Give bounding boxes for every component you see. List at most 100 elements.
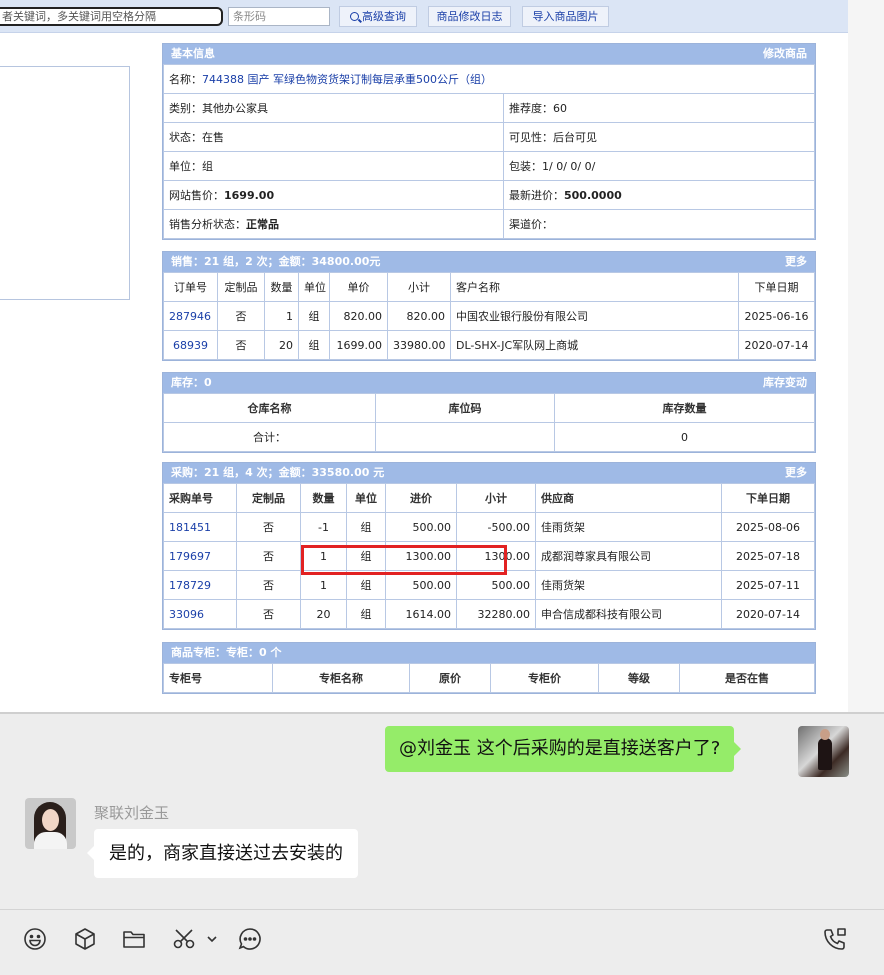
phone-icon[interactable] [822,926,848,952]
my-avatar[interactable] [798,726,849,777]
edit-product-link[interactable]: 修改商品 [763,44,807,64]
date-cell: 2025-06-16 [738,301,815,331]
sales-col-header: 单价 [329,272,388,302]
scissors-icon[interactable] [171,926,197,952]
purchase-title: 采购：21 组，4 次；金额：33580.00 元 [171,466,385,479]
purchase-col-header: 采购单号 [163,483,237,513]
avatar-figure [818,729,832,770]
purchase-table: 采购单号 定制品 数量 单位 进价 小计 供应商 下单日期 181451 否 -… [163,483,815,629]
input-divider [0,909,884,910]
counter-col-header: 原价 [409,663,491,693]
chevron-down-icon[interactable] [205,926,219,952]
sales-col-header: 订单号 [163,272,218,302]
custom-cell: 否 [236,512,301,542]
unit-cell: 组 [346,570,386,600]
custom-cell: 否 [217,330,265,360]
counter-col-header: 专柜名称 [272,663,410,693]
table-row: 287946 否 1 组 820.00 820.00 中国农业银行股份有限公司 … [163,301,815,331]
latest-cost-label: 最新进价： [509,189,564,202]
site-price-value: 1699.00 [224,189,275,202]
latest-cost-value: 500.0000 [564,189,622,202]
stock-empty-cell [375,422,555,452]
keyword-search-input[interactable]: 者关键词，多关键词用空格分隔 [0,7,223,26]
stock-change-link[interactable]: 库存变动 [763,373,807,393]
customer-cell: DL-SHX-JC军队网上商城 [450,330,739,360]
quantity-cell: 20 [264,330,299,360]
edit-log-button[interactable]: 商品修改日志 [428,6,511,27]
quantity-cell: 1 [264,301,299,331]
advanced-search-button[interactable]: 高级查询 [339,6,417,27]
purchase-number-link[interactable]: 181451 [163,512,237,542]
stock-total-value: 0 [554,422,815,452]
supplier-cell: 佳雨货架 [535,570,722,600]
product-name-value[interactable]: 744388 国产 军绿色物资货架订制每层承重500公斤（组） [202,73,492,86]
sales-more-link[interactable]: 更多 [785,252,807,272]
sales-table: 订单号 定制品 数量 单位 单价 小计 客户名称 下单日期 287946 否 1… [163,272,815,360]
purchase-col-header: 单位 [346,483,386,513]
date-cell: 2025-08-06 [721,512,815,542]
date-cell: 2020-07-14 [738,330,815,360]
cost-cell: 500.00 [385,570,457,600]
order-number-link[interactable]: 68939 [163,330,218,360]
folder-icon[interactable] [121,926,147,952]
sales-status-value: 正常品 [246,218,279,231]
sales-title: 销售：21 组，2 次；金额：34800.00元 [171,255,381,268]
latest-cost-cell: 最新进价：500.0000 [503,180,815,210]
sales-status-label: 销售分析状态： [169,218,246,231]
sender-name: 聚联刘金玉 [94,804,170,822]
counter-col-header: 专柜价 [490,663,599,693]
purchase-section: 采购：21 组，4 次；金额：33580.00 元 更多 采购单号 定制品 数量… [162,462,816,630]
channel-price-cell: 渠道价： [503,209,815,239]
outgoing-message[interactable]: @刘金玉 这个后采购的是直接送客户了? [385,726,742,772]
incoming-message[interactable]: 是的，商家直接送过去安装的 [87,829,358,878]
supplier-cell: 申合信成都科技有限公司 [535,599,722,629]
unit-cell: 组 [298,301,330,331]
purchase-number-link[interactable]: 178729 [163,570,237,600]
purchase-col-header: 供应商 [535,483,722,513]
search-icon [350,12,359,21]
sales-col-header: 定制品 [217,272,265,302]
emoji-icon[interactable] [22,926,48,952]
subtotal-cell: -500.00 [456,512,536,542]
sales-col-header: 数量 [264,272,299,302]
cost-cell: 1300.00 [385,541,457,571]
sender-avatar[interactable] [25,798,76,849]
basic-info-section: 基本信息 修改商品 名称：744388 国产 军绿色物资货架订制每层承重500公… [162,43,816,240]
sales-col-header: 客户名称 [450,272,739,302]
purchase-number-link[interactable]: 179697 [163,541,237,571]
date-cell: 2025-07-11 [721,570,815,600]
order-number-link[interactable]: 287946 [163,301,218,331]
date-cell: 2020-07-14 [721,599,815,629]
stock-total-row: 合计： 0 [163,422,815,452]
purchase-more-link[interactable]: 更多 [785,463,807,483]
unit-cell: 组 [346,512,386,542]
site-price-cell: 网站售价：1699.00 [163,180,504,210]
counter-table: 专柜号 专柜名称 原价 专柜价 等级 是否在售 [163,663,815,693]
chat-history-icon[interactable] [237,926,263,952]
product-detail-page: 者关键词，多关键词用空格分隔 条形码 高级查询 商品修改日志 导入商品图片 基本… [0,0,848,712]
quantity-cell: 1 [300,570,347,600]
purchase-col-header: 定制品 [236,483,301,513]
sales-col-header: 单位 [298,272,330,302]
purchase-number-link[interactable]: 33096 [163,599,237,629]
counter-section: 商品专柜：专柜：0 个 专柜号 专柜名称 原价 专柜价 等级 是否在售 [162,642,816,694]
unit-cell: 单位：组 [163,151,504,181]
subtotal-cell: 33980.00 [387,330,451,360]
advanced-search-label: 高级查询 [362,10,406,23]
custom-cell: 否 [236,541,301,571]
status-cell: 状态：在售 [163,122,504,152]
import-images-button[interactable]: 导入商品图片 [522,6,609,27]
basic-info-header: 基本信息 修改商品 [163,44,815,64]
stock-section: 库存：0 库存变动 仓库名称 库位码 库存数量 合计： 0 [162,372,816,453]
date-cell: 2025-07-18 [721,541,815,571]
price-cell: 1699.00 [329,330,388,360]
stock-header-row: 仓库名称 库位码 库存数量 [163,393,815,423]
counter-col-header: 专柜号 [163,663,273,693]
scrollbar-gutter[interactable] [848,0,884,712]
purchase-col-header: 小计 [456,483,536,513]
category-cell: 类别：其他办公家具 [163,93,504,123]
package-icon[interactable] [72,926,98,952]
counter-header-row: 专柜号 专柜名称 原价 专柜价 等级 是否在售 [163,663,815,693]
avatar-body [34,832,67,849]
barcode-input[interactable]: 条形码 [228,7,330,26]
